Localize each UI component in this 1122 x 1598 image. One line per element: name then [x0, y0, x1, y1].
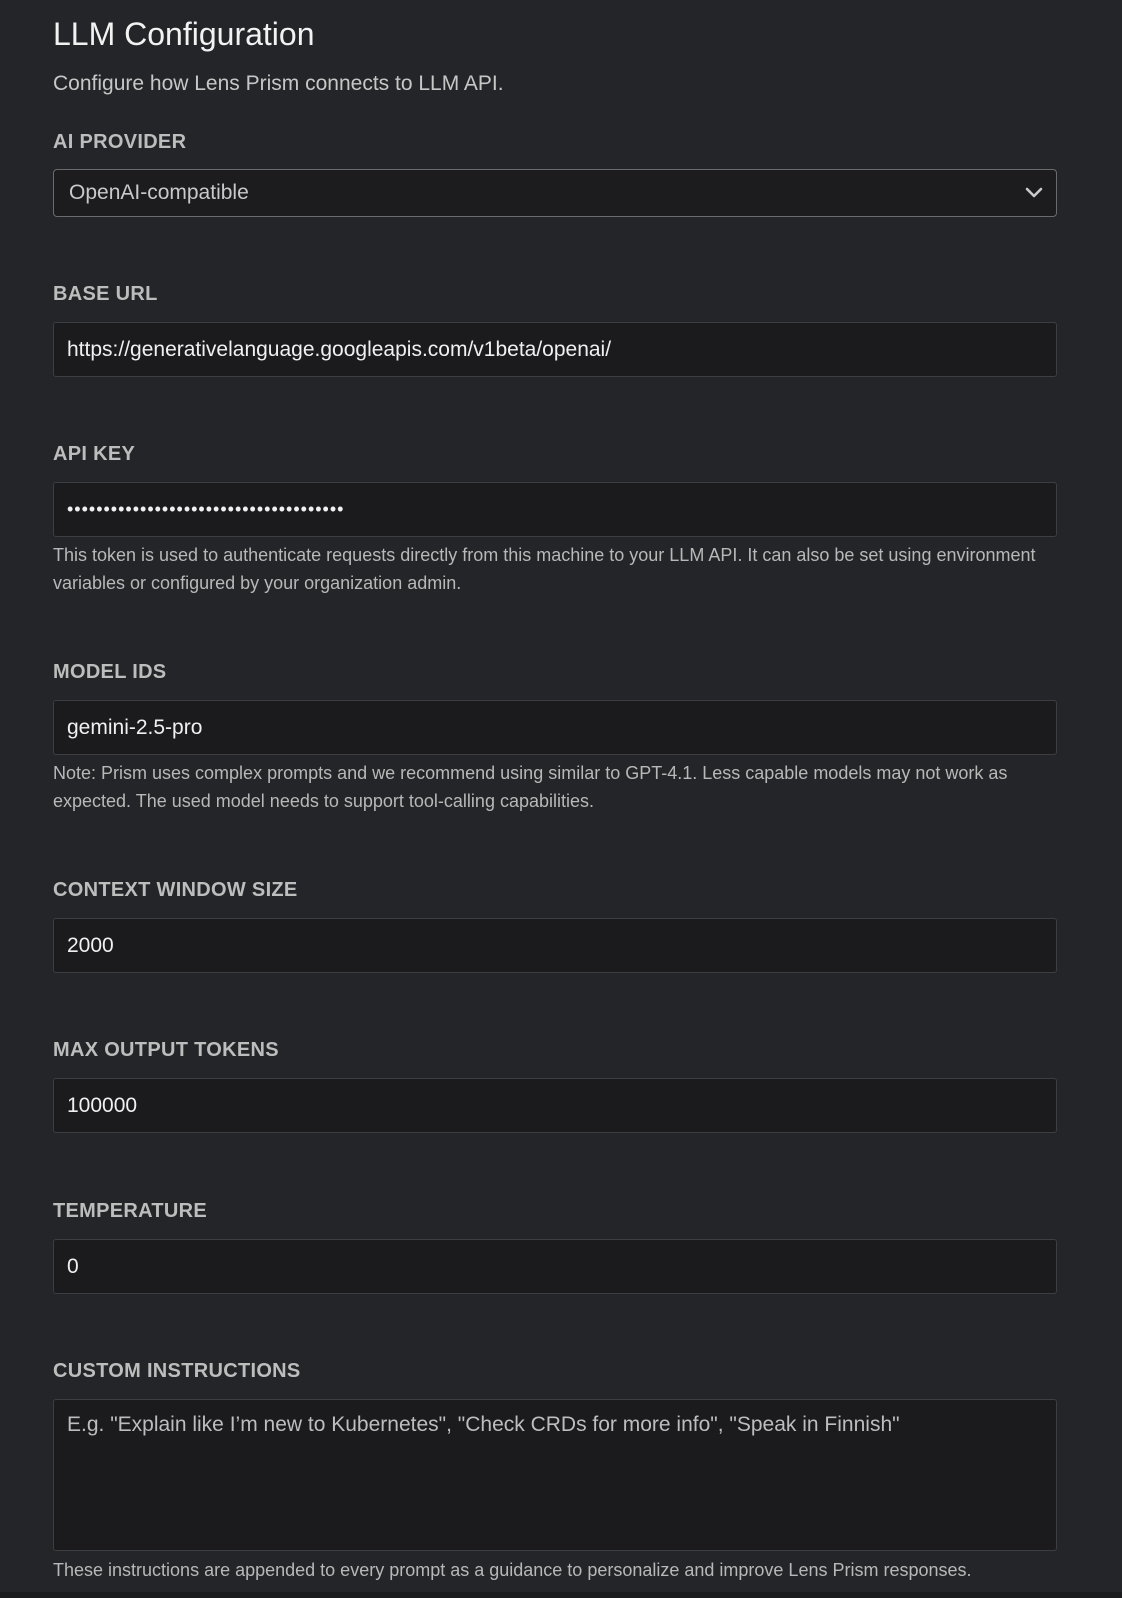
custom-instructions-placeholder: E.g. "Explain like I’m new to Kubernetes…	[67, 1413, 900, 1436]
context-window-size-input[interactable]: 2000	[53, 918, 1057, 973]
temperature-label: TEMPERATURE	[53, 1200, 208, 1222]
max-output-tokens-label: MAX OUTPUT TOKENS	[53, 1039, 279, 1061]
context-window-size-label: CONTEXT WINDOW SIZE	[53, 879, 298, 901]
base-url-input[interactable]: https://generativelanguage.googleapis.co…	[53, 322, 1057, 377]
llm-configuration-page: LLM Configuration Configure how Lens Pri…	[0, 0, 1122, 1598]
base-url-label: BASE URL	[53, 283, 158, 305]
custom-instructions-label: CUSTOM INSTRUCTIONS	[53, 1360, 301, 1382]
ai-provider-selected-value: OpenAI-compatible	[69, 181, 249, 204]
ai-provider-select[interactable]: OpenAI-compatible	[53, 169, 1057, 217]
custom-instructions-textarea[interactable]: E.g. "Explain like I’m new to Kubernetes…	[53, 1399, 1057, 1551]
page-title: LLM Configuration	[53, 16, 315, 52]
api-key-input[interactable]: ••••••••••••••••••••••••••••••••••••••	[53, 482, 1057, 537]
model-ids-label: MODEL IDS	[53, 661, 167, 683]
page-subtitle: Configure how Lens Prism connects to LLM…	[53, 72, 504, 95]
model-ids-input[interactable]: gemini-2.5-pro	[53, 700, 1057, 755]
ai-provider-label: AI PROVIDER	[53, 131, 187, 153]
temperature-input[interactable]: 0	[53, 1239, 1057, 1294]
model-ids-help-text: Note: Prism uses complex prompts and we …	[53, 763, 1008, 811]
max-output-tokens-input[interactable]: 100000	[53, 1078, 1057, 1133]
api-key-label: API KEY	[53, 443, 136, 465]
custom-instructions-help-text: These instructions are appended to every…	[53, 1560, 972, 1580]
chevron-down-icon	[1025, 187, 1043, 198]
api-key-help-text: This token is used to authenticate reque…	[53, 545, 1036, 593]
bottom-divider	[0, 1592, 1122, 1598]
